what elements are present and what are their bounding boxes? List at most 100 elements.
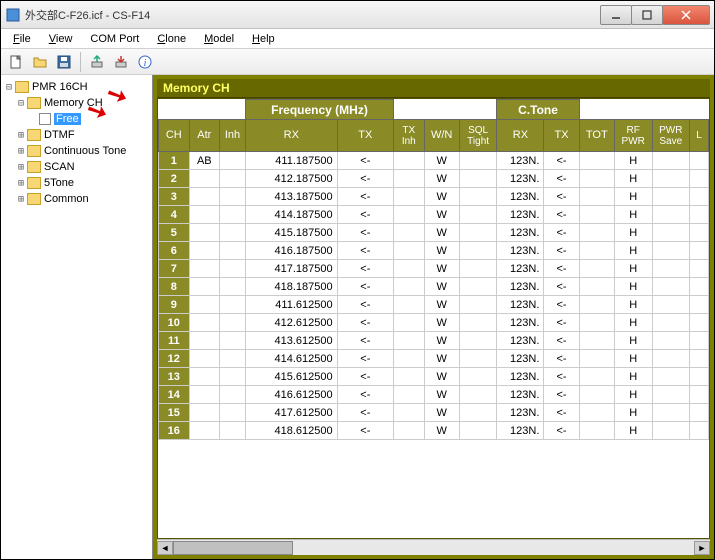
header-tot[interactable]: TOT [579, 120, 614, 152]
cell-rfpwr[interactable]: H [614, 296, 652, 314]
upload-button[interactable] [86, 51, 108, 73]
table-row[interactable]: 13415.612500<-W123N.<-H [159, 368, 709, 386]
cell-tx[interactable]: <- [337, 422, 393, 440]
cell-ch[interactable]: 10 [159, 314, 190, 332]
horizontal-scrollbar[interactable]: ◄ ► [157, 539, 710, 555]
cell-lo[interactable] [690, 368, 709, 386]
table-row[interactable]: 5415.187500<-W123N.<-H [159, 224, 709, 242]
header-rfpwr[interactable]: RF PWR [614, 120, 652, 152]
cell-inh[interactable] [220, 278, 246, 296]
cell-ch[interactable]: 15 [159, 404, 190, 422]
cell-atr[interactable]: AB [189, 152, 220, 170]
cell-rx[interactable]: 413.612500 [245, 332, 337, 350]
cell-lo[interactable] [690, 404, 709, 422]
cell-tx[interactable]: <- [337, 260, 393, 278]
cell-inh[interactable] [220, 422, 246, 440]
cell-ctone-rx[interactable]: 123N. [497, 296, 544, 314]
cell-ctone-rx[interactable]: 123N. [497, 170, 544, 188]
cell-pwrsave[interactable] [652, 422, 690, 440]
cell-rfpwr[interactable]: H [614, 368, 652, 386]
cell-tx[interactable]: <- [337, 242, 393, 260]
cell-pwrsave[interactable] [652, 188, 690, 206]
cell-sql[interactable] [459, 188, 497, 206]
cell-ctone-tx[interactable]: <- [544, 260, 579, 278]
cell-wn[interactable]: W [424, 368, 459, 386]
cell-ctone-rx[interactable]: 123N. [497, 350, 544, 368]
cell-tx[interactable]: <- [337, 296, 393, 314]
cell-lo[interactable] [690, 170, 709, 188]
cell-inh[interactable] [220, 152, 246, 170]
cell-sql[interactable] [459, 170, 497, 188]
cell-pwrsave[interactable] [652, 278, 690, 296]
cell-inh[interactable] [220, 314, 246, 332]
cell-rfpwr[interactable]: H [614, 170, 652, 188]
cell-atr[interactable] [189, 278, 220, 296]
cell-atr[interactable] [189, 224, 220, 242]
cell-ctone-tx[interactable]: <- [544, 224, 579, 242]
cell-txinh[interactable] [394, 152, 425, 170]
close-button[interactable] [662, 5, 710, 25]
cell-rx[interactable]: 415.187500 [245, 224, 337, 242]
table-row[interactable]: 7417.187500<-W123N.<-H [159, 260, 709, 278]
cell-wn[interactable]: W [424, 260, 459, 278]
cell-ctone-tx[interactable]: <- [544, 386, 579, 404]
cell-atr[interactable] [189, 404, 220, 422]
minimize-button[interactable] [600, 5, 632, 25]
cell-sql[interactable] [459, 422, 497, 440]
cell-ctone-rx[interactable]: 123N. [497, 422, 544, 440]
menu-comport[interactable]: COM Port [82, 31, 147, 47]
cell-sql[interactable] [459, 278, 497, 296]
cell-lo[interactable] [690, 314, 709, 332]
cell-inh[interactable] [220, 386, 246, 404]
cell-ctone-tx[interactable]: <- [544, 152, 579, 170]
cell-rfpwr[interactable]: H [614, 404, 652, 422]
cell-tot[interactable] [579, 296, 614, 314]
cell-pwrsave[interactable] [652, 224, 690, 242]
cell-inh[interactable] [220, 296, 246, 314]
header-wn[interactable]: W/N [424, 120, 459, 152]
cell-ctone-rx[interactable]: 123N. [497, 152, 544, 170]
cell-pwrsave[interactable] [652, 242, 690, 260]
tree-item-continuous-tone[interactable]: ⊞Continuous Tone [3, 143, 150, 159]
cell-txinh[interactable] [394, 350, 425, 368]
tree-item-5tone[interactable]: ⊞5Tone [3, 175, 150, 191]
cell-atr[interactable] [189, 170, 220, 188]
cell-wn[interactable]: W [424, 296, 459, 314]
cell-pwrsave[interactable] [652, 152, 690, 170]
cell-rx[interactable]: 418.187500 [245, 278, 337, 296]
cell-ctone-rx[interactable]: 123N. [497, 278, 544, 296]
cell-rfpwr[interactable]: H [614, 152, 652, 170]
tree-item-dtmf[interactable]: ⊞DTMF [3, 127, 150, 143]
cell-ctone-tx[interactable]: <- [544, 350, 579, 368]
cell-txinh[interactable] [394, 422, 425, 440]
cell-tot[interactable] [579, 314, 614, 332]
cell-lo[interactable] [690, 350, 709, 368]
table-row[interactable]: 12414.612500<-W123N.<-H [159, 350, 709, 368]
cell-txinh[interactable] [394, 332, 425, 350]
cell-wn[interactable]: W [424, 206, 459, 224]
cell-ctone-tx[interactable]: <- [544, 170, 579, 188]
cell-ch[interactable]: 4 [159, 206, 190, 224]
cell-pwrsave[interactable] [652, 386, 690, 404]
cell-tx[interactable]: <- [337, 386, 393, 404]
tree-item-common[interactable]: ⊞Common [3, 191, 150, 207]
cell-sql[interactable] [459, 404, 497, 422]
cell-sql[interactable] [459, 350, 497, 368]
cell-tot[interactable] [579, 368, 614, 386]
header-pwrsave[interactable]: PWR Save [652, 120, 690, 152]
cell-lo[interactable] [690, 206, 709, 224]
cell-tot[interactable] [579, 278, 614, 296]
cell-sql[interactable] [459, 386, 497, 404]
cell-tot[interactable] [579, 386, 614, 404]
cell-rx[interactable]: 417.187500 [245, 260, 337, 278]
cell-tx[interactable]: <- [337, 188, 393, 206]
cell-wn[interactable]: W [424, 188, 459, 206]
open-file-button[interactable] [29, 51, 51, 73]
cell-wn[interactable]: W [424, 350, 459, 368]
cell-pwrsave[interactable] [652, 404, 690, 422]
cell-wn[interactable]: W [424, 422, 459, 440]
cell-rx[interactable]: 416.187500 [245, 242, 337, 260]
cell-ctone-tx[interactable]: <- [544, 242, 579, 260]
header-cttx[interactable]: TX [544, 120, 579, 152]
header-sql[interactable]: SQL Tight [459, 120, 497, 152]
